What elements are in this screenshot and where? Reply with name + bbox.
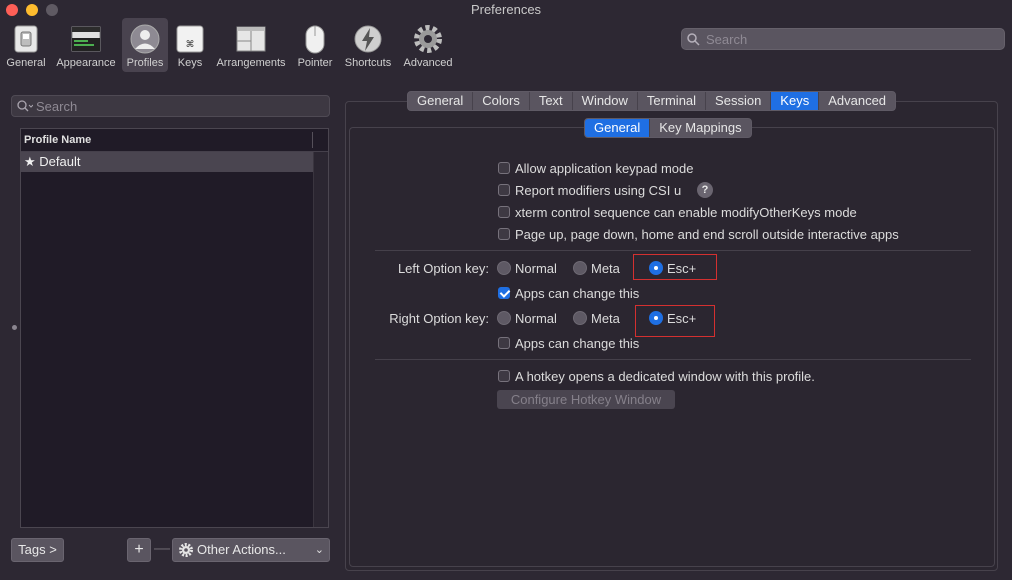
tab-terminal[interactable]: Terminal [638, 92, 707, 110]
toolbar-item-arrangements[interactable]: Arrangements [212, 18, 290, 72]
configure-hotkey-window-button[interactable]: Configure Hotkey Window [497, 390, 675, 409]
gear-icon [179, 543, 193, 557]
profile-row-default[interactable]: ★ Default [21, 152, 314, 172]
left-option-key-label: Left Option key: [397, 261, 489, 276]
tab-advanced[interactable]: Advanced [819, 92, 895, 110]
profile-search[interactable] [11, 95, 330, 117]
modify-other-keys-checkbox[interactable] [498, 206, 510, 218]
left-option-apps-can-change-label: Apps can change this [515, 286, 640, 301]
toolbar-label-general: General [6, 57, 46, 69]
profile-search-input[interactable] [34, 98, 318, 115]
window-arrangement-icon [236, 26, 266, 52]
toolbar-item-appearance[interactable]: Appearance [52, 18, 120, 72]
right-option-meta-label: Meta [591, 311, 620, 326]
right-option-meta-radio[interactable] [573, 311, 587, 325]
toolbar-item-advanced[interactable]: Advanced [400, 18, 456, 72]
mouse-icon [305, 25, 325, 54]
column-divider [312, 132, 313, 148]
switch-icon [14, 25, 38, 53]
svg-text:⌘: ⌘ [186, 40, 195, 50]
profile-row-name: Default [39, 154, 81, 169]
allow-keypad-mode-checkbox[interactable] [498, 162, 510, 174]
person-icon [130, 24, 160, 54]
tab-window[interactable]: Window [573, 92, 638, 110]
preferences-search-input[interactable] [704, 31, 988, 48]
left-option-esc-radio[interactable] [649, 261, 663, 275]
gear-icon [414, 25, 442, 53]
toolbar-label-shortcuts: Shortcuts [344, 57, 392, 69]
toolbar-item-shortcuts[interactable]: Shortcuts [340, 18, 396, 72]
search-icon [17, 100, 33, 112]
toolbar-label-keys: Keys [177, 57, 203, 69]
profile-list-scrollbar[interactable] [313, 152, 328, 527]
lightning-icon [354, 25, 382, 53]
toolbar-label-arrangements: Arrangements [216, 57, 286, 69]
profile-tabs: General Colors Text Window Terminal Sess… [407, 91, 897, 111]
chevron-down-icon: ⌄ [314, 544, 324, 556]
right-option-apps-can-change-checkbox[interactable] [498, 337, 510, 349]
tab-session[interactable]: Session [706, 92, 772, 110]
subtab-general[interactable]: General [585, 119, 651, 137]
left-option-apps-can-change-checkbox[interactable] [498, 287, 510, 299]
page-scroll-outside-checkbox[interactable] [498, 228, 510, 240]
profile-list: Profile Name ★ Default [20, 128, 329, 528]
separator [375, 359, 971, 360]
right-option-esc-radio[interactable] [649, 311, 663, 325]
left-option-meta-label: Meta [591, 261, 620, 276]
add-profile-button[interactable]: + [127, 538, 151, 562]
toolbar-label-appearance: Appearance [56, 57, 116, 69]
profile-name-column-header[interactable]: Profile Name [21, 129, 328, 152]
star-icon: ★ [24, 154, 36, 169]
tags-button[interactable]: Tags > [11, 538, 64, 562]
other-actions-dropdown[interactable]: Other Actions... ⌄ [172, 538, 330, 562]
tab-colors[interactable]: Colors [473, 92, 530, 110]
remove-profile-button[interactable]: — [152, 538, 172, 562]
right-option-esc-label: Esc+ [667, 311, 697, 326]
report-modifiers-csi-u-label: Report modifiers using CSI u [515, 183, 682, 198]
toolbar-item-profiles[interactable]: Profiles [122, 18, 168, 72]
left-option-esc-label: Esc+ [667, 261, 697, 276]
help-icon[interactable]: ? [697, 182, 713, 198]
toolbar-label-profiles: Profiles [126, 57, 164, 69]
left-option-normal-radio[interactable] [497, 261, 511, 275]
subtab-key-mappings[interactable]: Key Mappings [650, 119, 750, 137]
right-option-normal-radio[interactable] [497, 311, 511, 325]
report-modifiers-csi-u-checkbox[interactable] [498, 184, 510, 196]
column-header-label: Profile Name [24, 134, 92, 146]
page-scroll-outside-label: Page up, page down, home and end scroll … [515, 227, 899, 242]
toolbar-item-keys[interactable]: ⌘ Keys [172, 18, 208, 72]
right-option-key-label: Right Option key: [389, 311, 489, 326]
right-option-normal-label: Normal [515, 311, 557, 326]
toolbar-label-advanced: Advanced [403, 57, 453, 69]
window-title: Preferences [470, 2, 542, 17]
other-actions-label: Other Actions... [197, 542, 286, 557]
terminal-window-icon [71, 26, 101, 52]
split-view-handle[interactable] [12, 325, 17, 330]
keys-subtabs: General Key Mappings [584, 118, 752, 138]
left-option-meta-radio[interactable] [573, 261, 587, 275]
tab-text[interactable]: Text [530, 92, 573, 110]
preferences-search[interactable] [681, 28, 1005, 50]
toolbar-item-general[interactable]: General [4, 18, 48, 72]
hotkey-window-label: A hotkey opens a dedicated window with t… [515, 369, 815, 384]
toolbar-item-pointer[interactable]: Pointer [294, 18, 336, 72]
title-bar: Preferences [0, 0, 1012, 20]
command-key-icon: ⌘ [176, 25, 204, 53]
right-option-apps-can-change-label: Apps can change this [515, 336, 640, 351]
tab-keys[interactable]: Keys [771, 92, 820, 110]
modify-other-keys-label: xterm control sequence can enable modify… [515, 205, 857, 220]
hotkey-window-checkbox[interactable] [498, 370, 510, 382]
toolbar-label-pointer: Pointer [297, 57, 333, 69]
allow-keypad-mode-label: Allow application keypad mode [515, 161, 694, 176]
tab-general[interactable]: General [408, 92, 474, 110]
left-option-normal-label: Normal [515, 261, 557, 276]
separator [375, 250, 971, 251]
search-icon [687, 33, 700, 46]
